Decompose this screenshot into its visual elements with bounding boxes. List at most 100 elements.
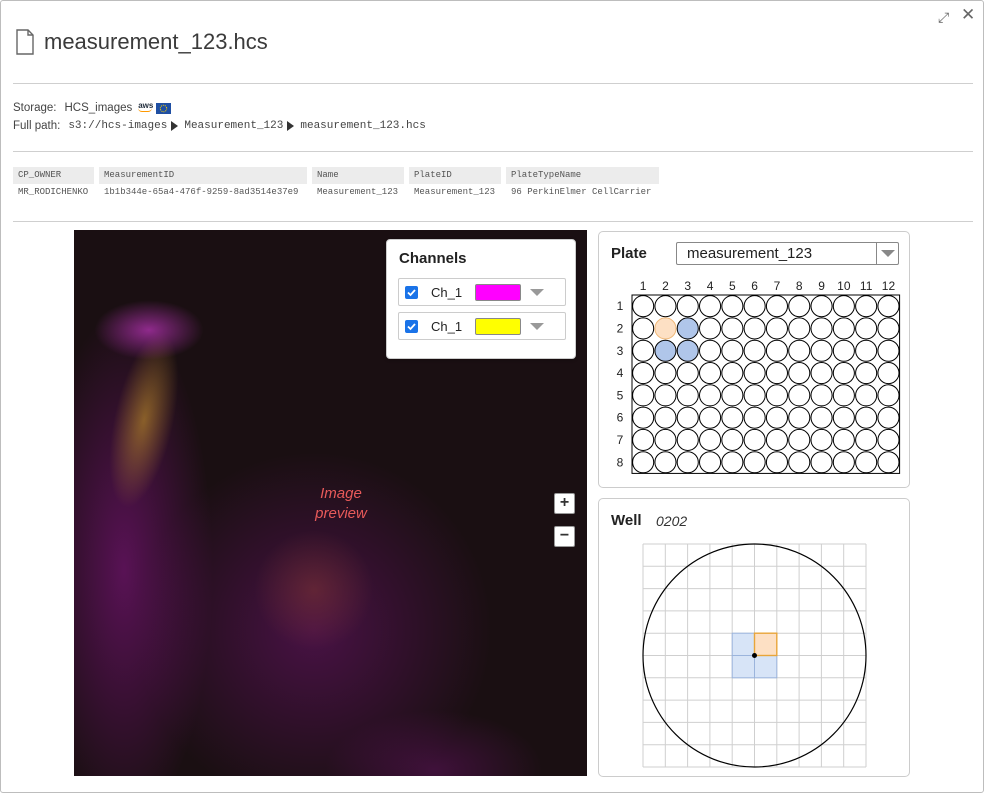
plate-well[interactable] bbox=[676, 451, 699, 474]
plate-well[interactable] bbox=[855, 451, 878, 474]
plate-well[interactable] bbox=[765, 406, 788, 429]
plate-well[interactable] bbox=[832, 295, 855, 318]
channel-checkbox[interactable] bbox=[405, 285, 418, 299]
plate-well[interactable] bbox=[632, 428, 655, 451]
path-crumb-file[interactable]: measurement_123.hcs bbox=[300, 120, 425, 132]
plate-well[interactable] bbox=[788, 317, 811, 340]
plate-well[interactable] bbox=[877, 295, 900, 318]
zoom-out-button[interactable]: − bbox=[554, 526, 575, 547]
plate-well[interactable] bbox=[765, 339, 788, 362]
plate-well[interactable] bbox=[788, 406, 811, 429]
plate-well[interactable] bbox=[832, 384, 855, 407]
plate-well[interactable] bbox=[699, 362, 722, 385]
plate-well[interactable] bbox=[721, 384, 744, 407]
plate-well[interactable] bbox=[832, 362, 855, 385]
plate-well[interactable] bbox=[877, 317, 900, 340]
plate-well[interactable] bbox=[654, 339, 677, 362]
plate-well[interactable] bbox=[765, 362, 788, 385]
plate-well[interactable] bbox=[699, 317, 722, 340]
plate-well[interactable] bbox=[877, 384, 900, 407]
plate-well[interactable] bbox=[654, 428, 677, 451]
channel-color-swatch[interactable] bbox=[475, 317, 521, 335]
plate-well[interactable] bbox=[699, 339, 722, 362]
plate-well[interactable] bbox=[654, 451, 677, 474]
close-icon[interactable]: ✕ bbox=[961, 6, 975, 23]
plate-well[interactable] bbox=[855, 384, 878, 407]
plate-well[interactable] bbox=[676, 295, 699, 318]
plate-well[interactable] bbox=[765, 451, 788, 474]
plate-well[interactable] bbox=[788, 428, 811, 451]
plate-well[interactable] bbox=[654, 362, 677, 385]
plate-well[interactable] bbox=[788, 362, 811, 385]
plate-select[interactable]: measurement_123 bbox=[676, 242, 899, 265]
plate-well[interactable] bbox=[721, 295, 744, 318]
plate-well[interactable] bbox=[877, 339, 900, 362]
plate-well[interactable] bbox=[855, 362, 878, 385]
plate-well[interactable] bbox=[676, 428, 699, 451]
plate-well[interactable] bbox=[654, 406, 677, 429]
plate-well[interactable] bbox=[788, 451, 811, 474]
plate-well[interactable] bbox=[855, 317, 878, 340]
plate-well[interactable] bbox=[632, 362, 655, 385]
storage-value[interactable]: HCS_images bbox=[64, 102, 132, 114]
plate-well[interactable] bbox=[810, 406, 833, 429]
plate-well[interactable] bbox=[743, 295, 766, 318]
plate-well[interactable] bbox=[832, 451, 855, 474]
plate-well[interactable] bbox=[676, 362, 699, 385]
plate-well[interactable] bbox=[721, 428, 744, 451]
plate-well[interactable] bbox=[632, 295, 655, 318]
well-field[interactable] bbox=[731, 655, 755, 679]
plate-well[interactable] bbox=[855, 295, 878, 318]
plate-well[interactable] bbox=[810, 317, 833, 340]
chevron-down-icon[interactable] bbox=[530, 288, 544, 296]
plate-well[interactable] bbox=[855, 339, 878, 362]
plate-well[interactable] bbox=[810, 451, 833, 474]
plate-well[interactable] bbox=[832, 317, 855, 340]
plate-well[interactable] bbox=[810, 362, 833, 385]
plate-well[interactable] bbox=[855, 406, 878, 429]
plate-well[interactable] bbox=[699, 384, 722, 407]
zoom-in-button[interactable]: + bbox=[554, 493, 575, 514]
plate-well[interactable] bbox=[743, 362, 766, 385]
plate-well[interactable] bbox=[699, 406, 722, 429]
plate-well[interactable] bbox=[832, 339, 855, 362]
plate-well[interactable] bbox=[743, 428, 766, 451]
plate-well[interactable] bbox=[721, 406, 744, 429]
plate-well[interactable] bbox=[699, 295, 722, 318]
plate-well[interactable] bbox=[632, 451, 655, 474]
plate-well[interactable] bbox=[832, 428, 855, 451]
plate-well[interactable] bbox=[765, 295, 788, 318]
plate-well[interactable] bbox=[632, 406, 655, 429]
plate-well[interactable] bbox=[810, 295, 833, 318]
plate-well[interactable] bbox=[810, 384, 833, 407]
expand-icon[interactable]: ⤢ bbox=[938, 10, 949, 24]
chevron-down-icon[interactable] bbox=[876, 243, 898, 264]
plate-well[interactable] bbox=[676, 339, 699, 362]
plate-well[interactable] bbox=[855, 428, 878, 451]
well-field[interactable] bbox=[753, 632, 778, 657]
well-field[interactable] bbox=[754, 655, 778, 679]
plate-well[interactable] bbox=[743, 384, 766, 407]
channel-color-swatch[interactable] bbox=[475, 283, 521, 301]
plate-well[interactable] bbox=[877, 362, 900, 385]
plate-well[interactable] bbox=[832, 406, 855, 429]
path-crumb-folder[interactable]: Measurement_123 bbox=[184, 120, 283, 132]
plate-well[interactable] bbox=[654, 317, 677, 340]
plate-well[interactable] bbox=[743, 339, 766, 362]
plate-well[interactable] bbox=[721, 451, 744, 474]
plate-well[interactable] bbox=[632, 339, 655, 362]
path-crumb-bucket[interactable]: s3://hcs-images bbox=[68, 120, 167, 132]
plate-well[interactable] bbox=[699, 428, 722, 451]
plate-well[interactable] bbox=[743, 451, 766, 474]
well-field[interactable] bbox=[731, 632, 755, 656]
plate-well[interactable] bbox=[721, 317, 744, 340]
plate-well[interactable] bbox=[654, 295, 677, 318]
plate-well[interactable] bbox=[676, 317, 699, 340]
plate-well[interactable] bbox=[810, 428, 833, 451]
plate-well[interactable] bbox=[788, 339, 811, 362]
plate-well[interactable] bbox=[765, 384, 788, 407]
plate-well[interactable] bbox=[721, 362, 744, 385]
plate-well[interactable] bbox=[877, 406, 900, 429]
channel-checkbox[interactable] bbox=[405, 319, 418, 333]
plate-well[interactable] bbox=[632, 317, 655, 340]
